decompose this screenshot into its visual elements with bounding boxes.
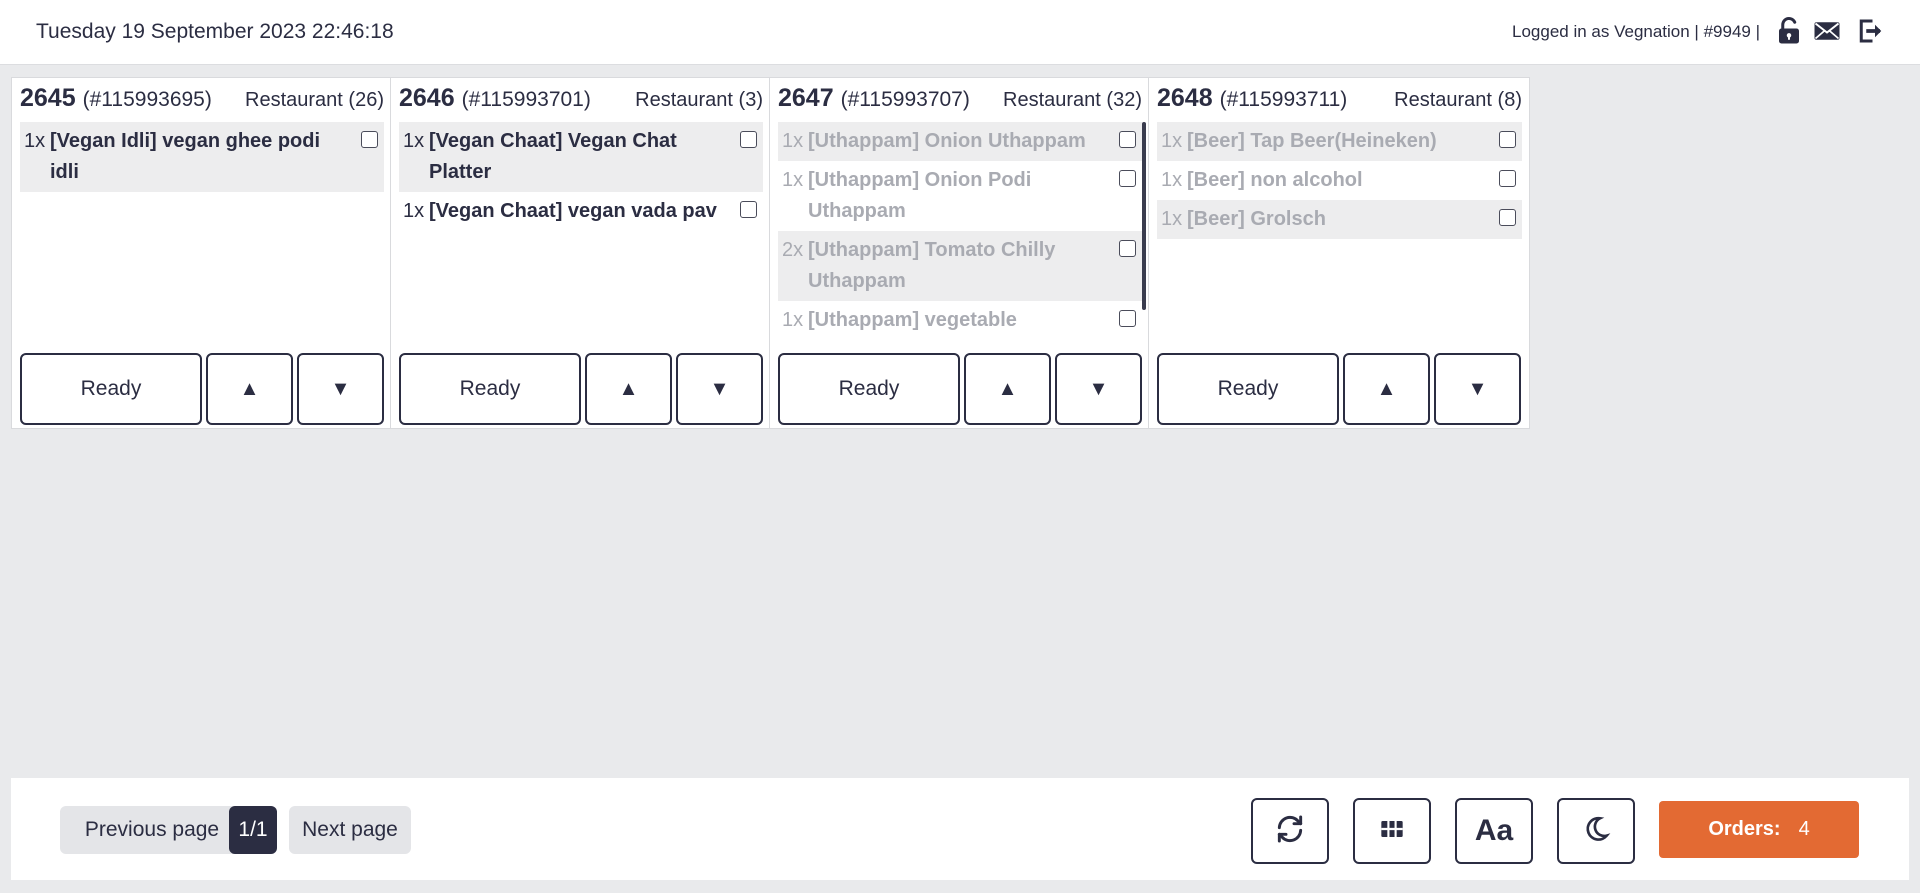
item-name: [Beer] Grolsch xyxy=(1187,208,1326,230)
order-card: 2648 (#115993711) Restaurant (8) 1x [Bee… xyxy=(1149,78,1528,428)
orders-count-button[interactable]: Orders: 4 xyxy=(1659,801,1859,858)
move-up-button[interactable]: ▲ xyxy=(206,353,293,425)
item-checkbox[interactable] xyxy=(1499,131,1516,148)
order-reference: (#115993701) xyxy=(461,88,591,111)
item-name: [Beer] non alcohol xyxy=(1187,169,1363,191)
order-header: 2647 (#115993707) Restaurant (32) xyxy=(778,84,1142,116)
item-checkbox[interactable] xyxy=(1119,170,1136,187)
order-card: 2645 (#115993695) Restaurant (26) 1x [Ve… xyxy=(12,78,391,428)
orders-board: 2645 (#115993695) Restaurant (26) 1x [Ve… xyxy=(11,77,1530,429)
dark-mode-button[interactable] xyxy=(1557,798,1635,864)
item-quantity: 1x xyxy=(782,309,804,331)
orders-label: Orders: xyxy=(1708,818,1781,840)
order-reference: (#115993695) xyxy=(82,88,212,111)
order-number: 2647 xyxy=(778,84,834,112)
item-quantity: 1x xyxy=(1161,169,1183,191)
footer-bar: Previous page 1/1 Next page Aa Orders: 4 xyxy=(11,778,1909,880)
item-name: [Vegan Chaat] Vegan Chat Platter xyxy=(429,130,677,183)
item-checkbox[interactable] xyxy=(361,131,378,148)
lock-icon[interactable] xyxy=(1772,14,1806,48)
order-actions: Ready ▲ ▼ xyxy=(1157,353,1522,425)
top-bar: Tuesday 19 September 2023 22:46:18 Logge… xyxy=(0,0,1920,65)
font-size-button[interactable]: Aa xyxy=(1455,798,1533,864)
order-item[interactable]: 1x [Beer] non alcohol xyxy=(1157,161,1522,200)
item-checkbox[interactable] xyxy=(740,131,757,148)
item-name: [Uthappam] Tomato Chilly Uthappam xyxy=(808,239,1056,292)
move-down-button[interactable]: ▼ xyxy=(1055,353,1142,425)
logout-icon[interactable] xyxy=(1853,14,1887,48)
ready-button[interactable]: Ready xyxy=(399,353,581,425)
item-name: [Beer] Tap Beer(Heineken) xyxy=(1187,130,1437,152)
order-item[interactable]: 1x [Beer] Grolsch xyxy=(1157,200,1522,239)
current-datetime: Tuesday 19 September 2023 22:46:18 xyxy=(36,20,394,43)
move-up-button[interactable]: ▲ xyxy=(964,353,1051,425)
order-header: 2645 (#115993695) Restaurant (26) xyxy=(20,84,384,116)
move-down-button[interactable]: ▼ xyxy=(676,353,763,425)
logged-in-user: Logged in as Vegnation | #9949 | xyxy=(1512,22,1760,41)
item-quantity: 1x xyxy=(403,200,425,222)
order-header: 2648 (#115993711) Restaurant (8) xyxy=(1157,84,1522,116)
item-checkbox[interactable] xyxy=(1119,310,1136,327)
move-down-button[interactable]: ▼ xyxy=(1434,353,1521,425)
item-checkbox[interactable] xyxy=(1119,240,1136,257)
order-number: 2648 xyxy=(1157,84,1213,112)
mail-icon[interactable] xyxy=(1810,14,1844,48)
item-checkbox[interactable] xyxy=(1499,170,1516,187)
ready-button[interactable]: Ready xyxy=(778,353,960,425)
table-label: Restaurant (8) xyxy=(1394,89,1522,111)
move-up-button[interactable]: ▲ xyxy=(1343,353,1430,425)
next-page-button[interactable]: Next page xyxy=(289,806,411,854)
refresh-icon xyxy=(1274,813,1306,850)
order-item[interactable]: 1x [Uthappam] vegetable xyxy=(778,301,1142,340)
order-actions: Ready ▲ ▼ xyxy=(399,353,763,425)
ready-button[interactable]: Ready xyxy=(1157,353,1339,425)
item-quantity: 1x xyxy=(24,130,46,152)
item-name: [Uthappam] Onion Podi Uthappam xyxy=(808,169,1032,222)
ready-button[interactable]: Ready xyxy=(20,353,202,425)
order-item[interactable]: 1x [Vegan Chaat] Vegan Chat Platter xyxy=(399,122,763,192)
table-label: Restaurant (3) xyxy=(635,89,763,111)
order-item[interactable]: 1x [Vegan Idli] vegan ghee podi idli xyxy=(20,122,384,192)
item-quantity: 1x xyxy=(1161,208,1183,230)
move-down-button[interactable]: ▼ xyxy=(297,353,384,425)
page-indicator: 1/1 xyxy=(229,806,277,854)
item-checkbox[interactable] xyxy=(1119,131,1136,148)
table-label: Restaurant (26) xyxy=(245,89,384,111)
item-quantity: 1x xyxy=(1161,130,1183,152)
order-number: 2645 xyxy=(20,84,76,112)
order-item[interactable]: 1x [Uthappam] Onion Uthappam xyxy=(778,122,1142,161)
items-scrollbar[interactable] xyxy=(1142,122,1146,310)
order-card: 2647 (#115993707) Restaurant (32) 1x [Ut… xyxy=(770,78,1149,428)
item-checkbox[interactable] xyxy=(1499,209,1516,226)
previous-page-button[interactable]: Previous page xyxy=(60,806,244,854)
order-header: 2646 (#115993701) Restaurant (3) xyxy=(399,84,763,116)
order-actions: Ready ▲ ▼ xyxy=(20,353,384,425)
dark-mode-icon xyxy=(1580,813,1612,850)
order-item[interactable]: 1x [Beer] Tap Beer(Heineken) xyxy=(1157,122,1522,161)
item-name: [Uthappam] Onion Uthappam xyxy=(808,130,1086,152)
grid-icon xyxy=(1376,813,1408,850)
refresh-button[interactable] xyxy=(1251,798,1329,864)
item-checkbox[interactable] xyxy=(740,201,757,218)
orders-count: 4 xyxy=(1798,818,1810,840)
item-name: [Uthappam] vegetable xyxy=(808,309,1017,331)
item-quantity: 1x xyxy=(782,169,804,191)
order-reference: (#115993711) xyxy=(1219,88,1348,111)
item-name: [Vegan Idli] vegan ghee podi idli xyxy=(50,130,321,183)
item-quantity: 2x xyxy=(782,239,804,261)
order-item[interactable]: 1x [Vegan Chaat] vegan vada pav xyxy=(399,192,763,231)
order-item[interactable]: 2x [Uthappam] Tomato Chilly Uthappam xyxy=(778,231,1142,301)
order-number: 2646 xyxy=(399,84,455,112)
order-card: 2646 (#115993701) Restaurant (3) 1x [Veg… xyxy=(391,78,770,428)
font-size-icon: Aa xyxy=(1474,814,1514,847)
grid-view-button[interactable] xyxy=(1353,798,1431,864)
order-actions: Ready ▲ ▼ xyxy=(778,353,1142,425)
order-reference: (#115993707) xyxy=(840,88,970,111)
item-name: [Vegan Chaat] vegan vada pav xyxy=(429,200,717,222)
item-quantity: 1x xyxy=(782,130,804,152)
item-quantity: 1x xyxy=(403,130,425,152)
table-label: Restaurant (32) xyxy=(1003,89,1142,111)
move-up-button[interactable]: ▲ xyxy=(585,353,672,425)
order-item[interactable]: 1x [Uthappam] Onion Podi Uthappam xyxy=(778,161,1142,231)
